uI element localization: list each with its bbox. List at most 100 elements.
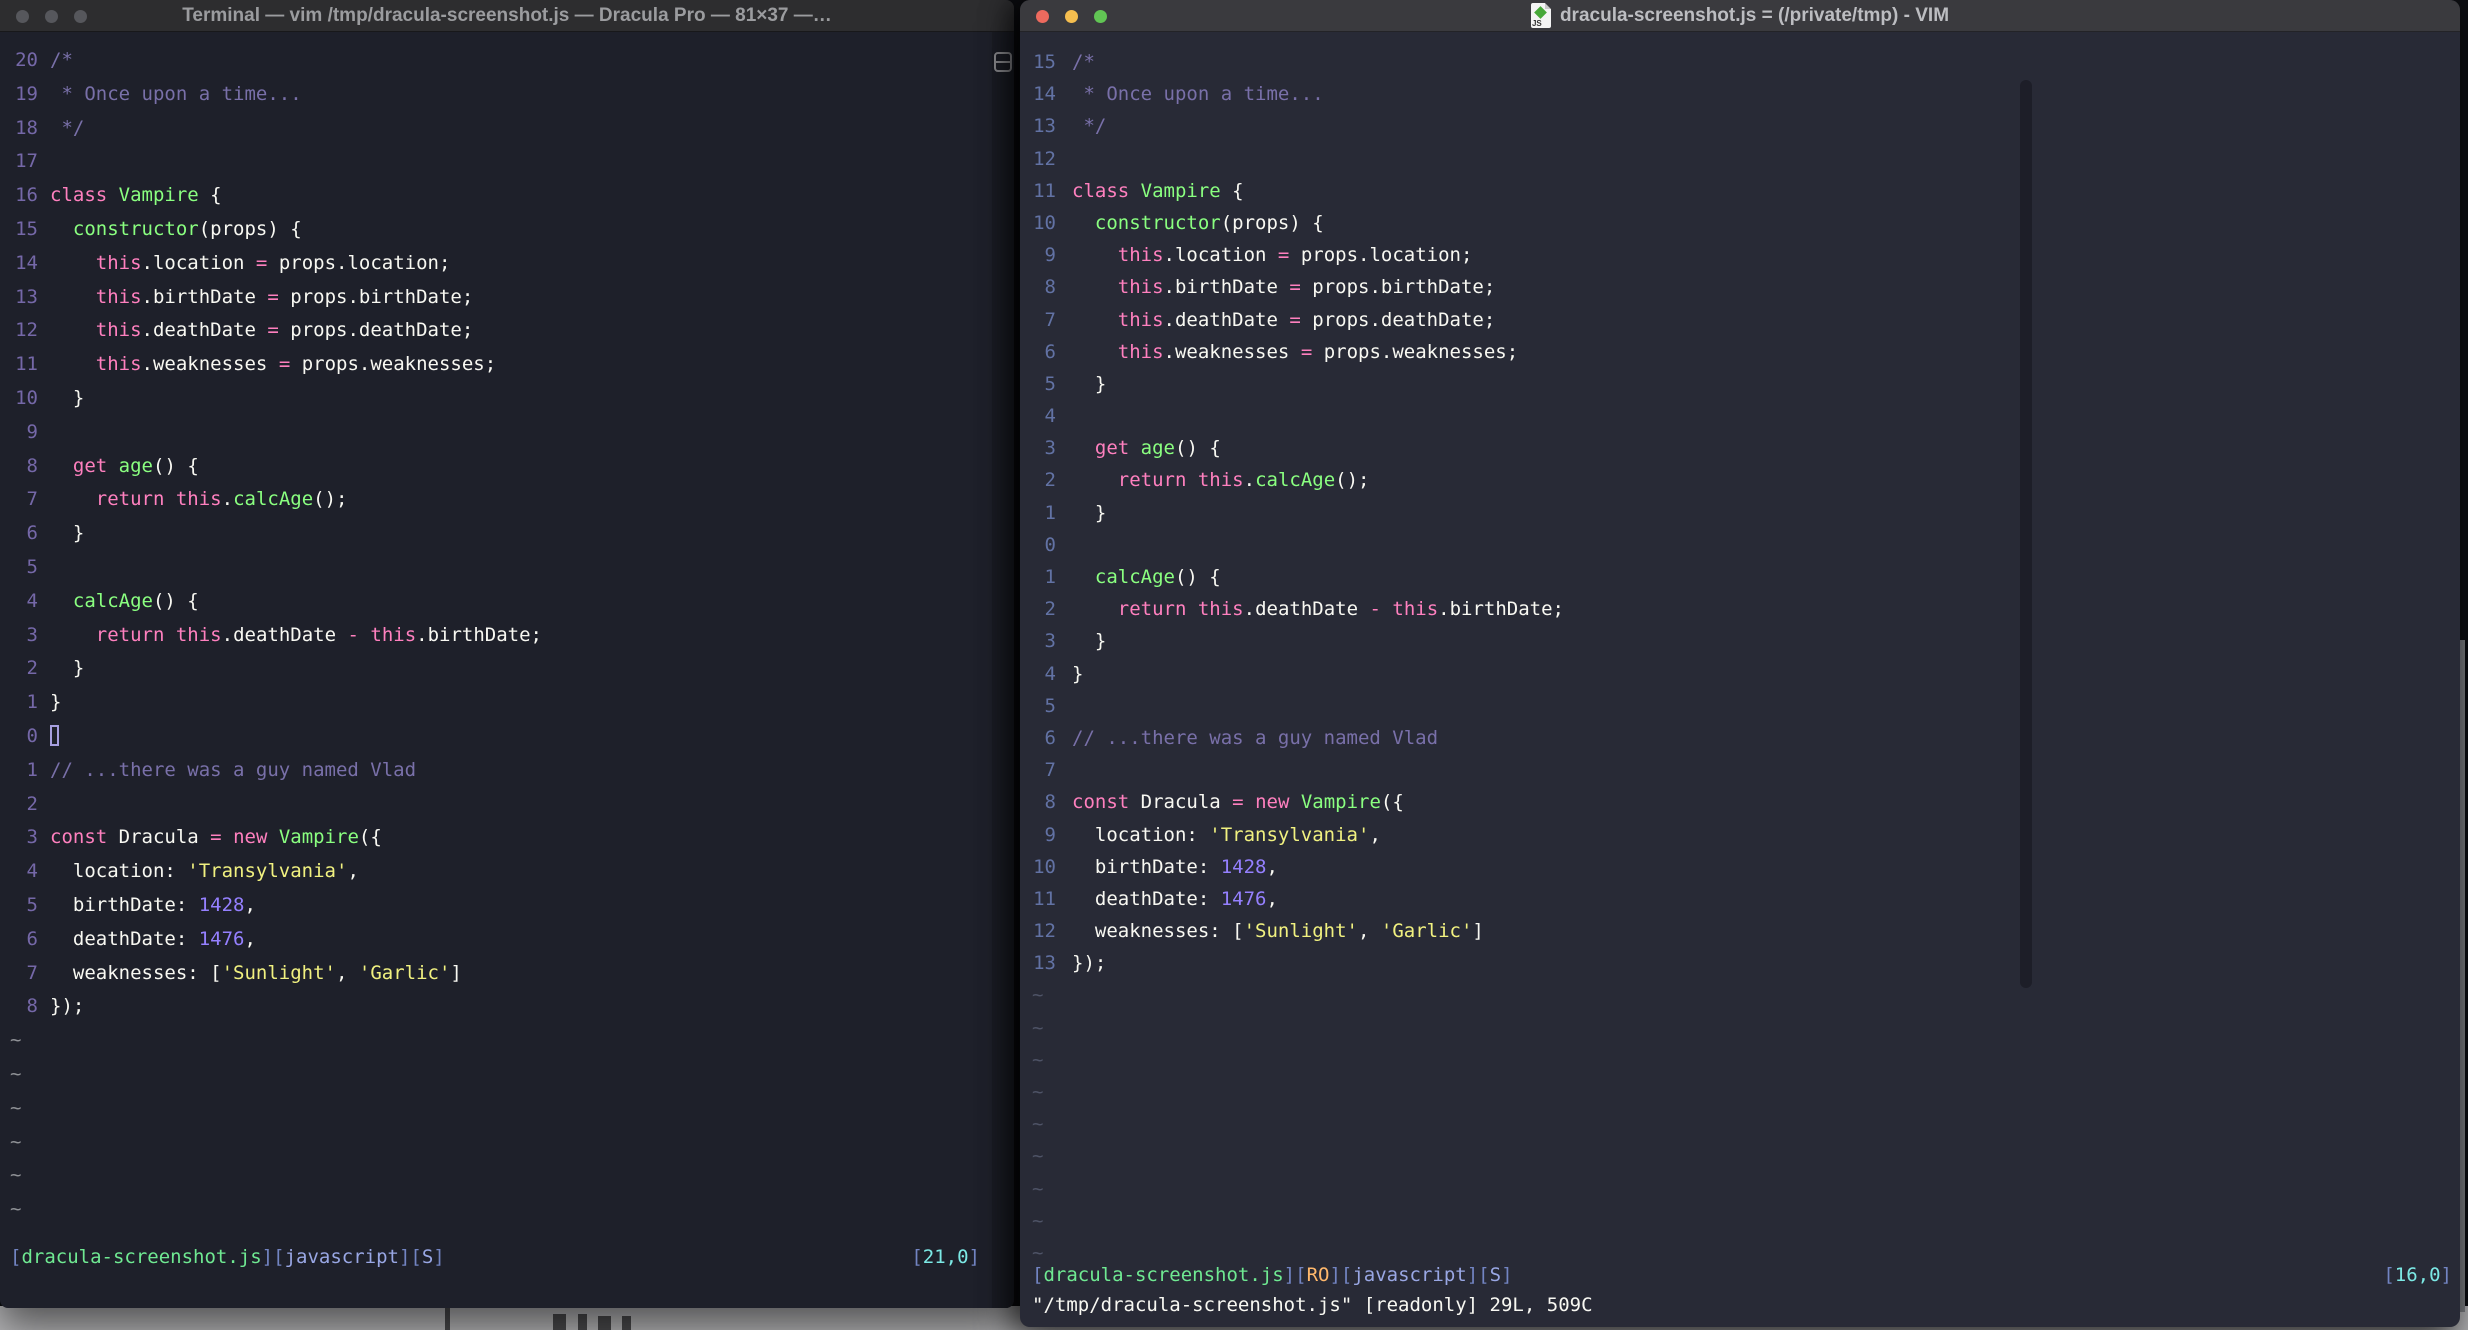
line-number: 1 (1044, 501, 1056, 524)
text-segment: 1428 (1220, 855, 1267, 878)
text-segment: ({ (358, 826, 382, 849)
text-segment: = (1289, 276, 1301, 299)
line-content: } (1072, 630, 1106, 652)
text-segment: ] (1472, 920, 1484, 943)
text-segment: , (1369, 823, 1381, 846)
text-segment: } (1072, 662, 1084, 685)
text-segment: Vampire (1300, 791, 1381, 814)
text-segment: 'Garlic' (1380, 920, 1473, 943)
text-segment: } (1072, 501, 1107, 524)
text-segment: calcAge (72, 589, 153, 612)
line-content: calcAge() { (50, 590, 199, 612)
terminal-window: Terminal — vim /tmp/dracula-screenshot.j… (0, 0, 1014, 1308)
text-segment (50, 624, 96, 646)
text-segment: ] (968, 1246, 980, 1268)
text-segment: this (1117, 308, 1164, 331)
code-line: 1 // ...there was a guy named Vlad (0, 754, 992, 788)
code-line: 12 this.deathDate = props.deathDate; (0, 314, 992, 348)
line-content: location: 'Transylvania', (50, 860, 359, 882)
text-segment: } (50, 657, 85, 680)
line-content: } (50, 691, 61, 713)
text-segment: props.weaknesses; (1312, 340, 1519, 363)
empty-buffer-line: ~ (1020, 1044, 2460, 1076)
line-number: 3 (26, 623, 38, 646)
text-segment: get (1094, 437, 1130, 460)
text-segment (164, 488, 175, 510)
line-number: 6 (1044, 726, 1056, 749)
line-number: 4 (1044, 662, 1056, 685)
text-segment: ][ (398, 1246, 422, 1268)
text-segment: const (50, 826, 108, 849)
text-segment: , (347, 860, 359, 883)
text-segment (1072, 341, 1118, 363)
line-number: 11 (15, 353, 38, 376)
line-content: constructor(props) { (1072, 212, 1324, 234)
vim-editor-area[interactable]: 15/* 14 * Once upon a time... 13 */12 11 cla… (1020, 32, 2460, 1327)
vim-editor-area[interactable]: 20/* 19 * Once upon a time... 18 */17 16 cla… (0, 32, 992, 1308)
code-line: 5 (1020, 690, 2460, 722)
empty-buffer-line: ~ (1020, 1140, 2460, 1172)
tilde-marker: ~ (10, 1198, 22, 1221)
text-segment: ][ (1283, 1264, 1307, 1286)
line-content: * Once upon a time... (50, 83, 301, 105)
text-segment: , (1266, 887, 1278, 910)
text-segment: props.birthDate; (278, 285, 474, 308)
tilde-marker: ~ (1032, 1177, 1044, 1200)
text-segment: return (1117, 598, 1187, 621)
editor-scrollbar[interactable] (2020, 80, 2032, 988)
line-content: return this.deathDate - this.birthDate; (50, 624, 542, 646)
minimize-button[interactable] (1065, 10, 1078, 23)
split-pane-button[interactable] (994, 52, 1012, 72)
terminal-scrollbar[interactable] (992, 32, 1014, 1308)
window-title: Terminal — vim /tmp/dracula-screenshot.j… (182, 4, 832, 26)
line-content: const Dracula = new Vampire({ (50, 826, 382, 848)
desktop-artifact (622, 1316, 631, 1330)
text-segment: 1476 (198, 927, 245, 950)
line-number: 11 (1033, 179, 1056, 202)
line-number: 5 (26, 555, 38, 578)
line-content: this.birthDate = props.birthDate; (1072, 276, 1496, 299)
line-number: 18 (15, 116, 38, 139)
tilde-marker: ~ (10, 1096, 22, 1119)
text-segment: Vampire (118, 184, 199, 207)
code-line: 7 return this.calcAge(); (0, 483, 992, 517)
file-proxy-icon[interactable]: JS (1530, 3, 1551, 28)
empty-buffer-line: ~ (1020, 979, 2460, 1011)
text-segment: this (95, 353, 142, 376)
macvim-titlebar[interactable]: JS dracula-screenshot.js = (/private/tmp… (1020, 0, 2460, 32)
line-content: */ (50, 117, 84, 139)
zoom-button[interactable] (1094, 10, 1107, 23)
line-number: 2 (1044, 469, 1056, 492)
line-content: const Dracula = new Vampire({ (1072, 791, 1404, 813)
zoom-button[interactable] (74, 10, 87, 23)
close-button[interactable] (1036, 10, 1049, 23)
text-segment: 'Garlic' (358, 961, 451, 984)
code-line: 6 // ...there was a guy named Vlad (1020, 722, 2460, 754)
empty-buffer-line: ~ (1020, 1173, 2460, 1205)
code-line: 8 const Dracula = new Vampire({ (1020, 786, 2460, 818)
line-number: 8 (1044, 276, 1056, 299)
text-segment: return (95, 623, 165, 646)
empty-buffer-line: ~ (0, 1058, 992, 1092)
terminal-titlebar[interactable]: Terminal — vim /tmp/dracula-screenshot.j… (0, 0, 1014, 32)
text-segment: .birthDate; (1438, 598, 1564, 621)
line-number: 1 (1044, 566, 1056, 588)
line-number: 2 (26, 792, 38, 815)
empty-buffer-line: ~ (0, 1126, 992, 1160)
text-segment: calcAge (233, 488, 314, 511)
line-content: /* (1072, 51, 1095, 73)
line-number: 7 (1044, 308, 1056, 331)
text-segment (50, 218, 73, 240)
code-line: 10 birthDate: 1428, (1020, 851, 2460, 883)
close-button[interactable] (16, 10, 29, 23)
line-number: 13 (15, 285, 38, 308)
line-number: 6 (1044, 340, 1056, 363)
minimize-button[interactable] (45, 10, 58, 23)
text-segment: .deathDate (141, 319, 268, 342)
code-line: 9 location: 'Transylvania', (1020, 819, 2460, 851)
text-segment: . (1243, 469, 1256, 492)
code-line: 6 deathDate: 1476, (0, 923, 992, 957)
text-segment: [ (911, 1246, 923, 1268)
text-segment (50, 286, 96, 308)
text-segment: ] (433, 1246, 445, 1268)
